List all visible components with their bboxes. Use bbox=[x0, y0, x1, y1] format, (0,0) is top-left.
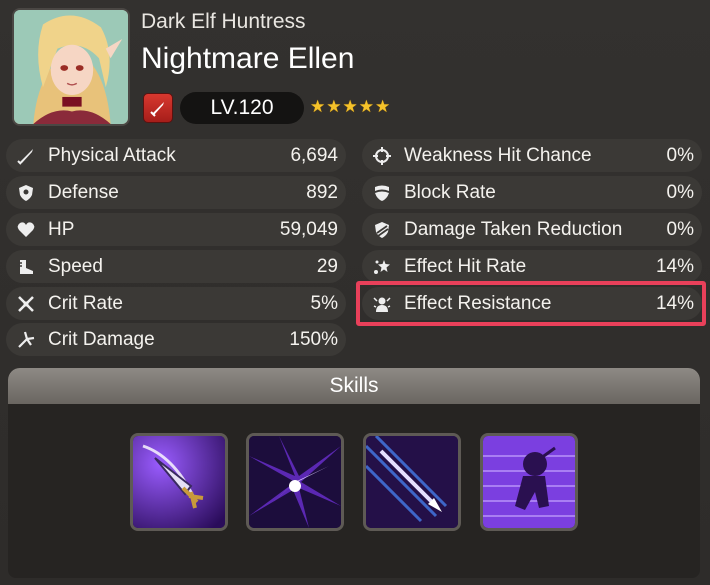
star-icon: ★ bbox=[358, 97, 374, 116]
stat-crit-damage: Crit Damage 150% bbox=[6, 323, 346, 356]
character-name: Nightmare Ellen bbox=[141, 42, 355, 75]
crosshair-icon bbox=[370, 144, 394, 168]
stat-defense: Defense 892 bbox=[6, 176, 346, 209]
stat-label: HP bbox=[48, 218, 75, 240]
spear-skill-icon bbox=[366, 436, 458, 528]
character-portrait[interactable] bbox=[12, 8, 130, 126]
stat-value: 892 bbox=[306, 181, 338, 203]
character-race-title: Dark Elf Huntress bbox=[141, 10, 306, 33]
skill-slot-3[interactable] bbox=[363, 433, 461, 531]
stat-value: 0% bbox=[666, 181, 694, 203]
star-icon: ★ bbox=[375, 97, 391, 116]
stat-label: Effect Hit Rate bbox=[404, 255, 527, 277]
stat-label: Speed bbox=[48, 255, 103, 277]
stat-value: 0% bbox=[666, 218, 694, 240]
crit-damage-icon bbox=[14, 328, 38, 352]
stat-block-rate: Block Rate 0% bbox=[362, 176, 702, 209]
star-icon: ★ bbox=[310, 97, 326, 116]
character-stats-panel: Dark Elf Huntress Nightmare Ellen LV.120… bbox=[0, 0, 710, 585]
sword-icon bbox=[150, 102, 164, 117]
stat-value: 29 bbox=[316, 255, 338, 277]
class-badge bbox=[143, 93, 173, 123]
portrait-illustration bbox=[14, 10, 128, 124]
stat-label: Crit Rate bbox=[48, 292, 123, 314]
stat-hp: HP 59,049 bbox=[6, 213, 346, 246]
stat-value: 59,049 bbox=[279, 218, 338, 240]
damage-reduction-icon bbox=[370, 218, 394, 242]
shield-icon bbox=[14, 181, 38, 205]
stat-physical-attack: Physical Attack 6,694 bbox=[6, 139, 346, 172]
highlight-box bbox=[356, 281, 706, 326]
stat-value: 0% bbox=[666, 144, 694, 166]
heart-icon bbox=[14, 218, 38, 242]
stat-label: Physical Attack bbox=[48, 144, 176, 166]
stat-value: 150% bbox=[289, 328, 338, 350]
crit-rate-icon bbox=[14, 292, 38, 316]
skill-slot-1[interactable] bbox=[130, 433, 228, 531]
block-icon bbox=[370, 181, 394, 205]
stat-effect-hit-rate: Effect Hit Rate 14% bbox=[362, 250, 702, 283]
dagger-skill-icon bbox=[133, 436, 225, 528]
stat-value: 6,694 bbox=[290, 144, 338, 166]
stat-label: Block Rate bbox=[404, 181, 496, 203]
burst-skill-icon bbox=[249, 436, 341, 528]
stat-label: Weakness Hit Chance bbox=[404, 144, 592, 166]
sword-icon bbox=[14, 144, 38, 168]
skill-slot-4[interactable] bbox=[480, 433, 578, 531]
stat-value: 5% bbox=[310, 292, 338, 314]
effect-hit-icon bbox=[370, 255, 394, 279]
boot-icon bbox=[14, 255, 38, 279]
star-icon: ★ bbox=[342, 97, 358, 116]
skills-header: Skills bbox=[8, 368, 700, 404]
stat-crit-rate: Crit Rate 5% bbox=[6, 287, 346, 320]
stat-label: Damage Taken Reduction bbox=[404, 218, 623, 240]
star-icon: ★ bbox=[326, 97, 342, 116]
star-rating: ★ ★ ★ ★ ★ bbox=[310, 97, 390, 117]
dash-skill-icon bbox=[483, 436, 575, 528]
stat-label: Crit Damage bbox=[48, 328, 155, 350]
stat-weakness-hit-chance: Weakness Hit Chance 0% bbox=[362, 139, 702, 172]
skill-slot-2[interactable] bbox=[246, 433, 344, 531]
stat-speed: Speed 29 bbox=[6, 250, 346, 283]
level-badge: LV.120 bbox=[180, 92, 304, 124]
stat-label: Defense bbox=[48, 181, 119, 203]
stat-value: 14% bbox=[655, 255, 694, 277]
stat-damage-taken-reduction: Damage Taken Reduction 0% bbox=[362, 213, 702, 246]
